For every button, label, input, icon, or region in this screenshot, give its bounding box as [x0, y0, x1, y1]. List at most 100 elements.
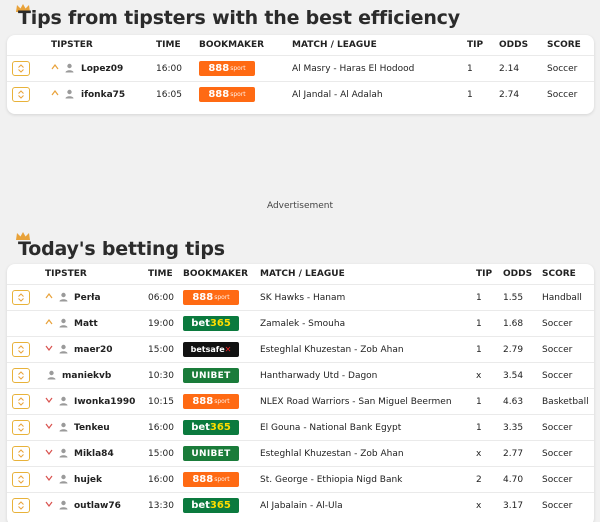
odds-cell: 2.79 [503, 345, 524, 355]
sport-cell: Soccer [542, 449, 573, 459]
col-score: SCORE [547, 40, 581, 50]
chevron-updown-icon [18, 64, 24, 73]
bookmaker-logo[interactable]: bet 365 [183, 420, 239, 435]
sport-cell: Soccer [542, 345, 573, 355]
tipster-name[interactable]: maniekvb [62, 371, 111, 381]
trend-down-icon [45, 422, 53, 430]
odds-cell: 3.17 [503, 501, 524, 511]
col-score: SCORE [542, 269, 576, 279]
user-icon [59, 318, 68, 328]
tipster-name[interactable]: Iwonka1990 [74, 397, 135, 407]
match-cell[interactable]: Zamalek - Smouha [260, 319, 345, 329]
expand-button[interactable] [12, 420, 30, 435]
bookmaker-logo[interactable]: UNIBET [183, 368, 239, 383]
table-row[interactable]: Tenkeu 16:00 bet 365 El Gouna - National Ban… [7, 414, 594, 440]
odds-cell: 1.55 [503, 293, 524, 303]
sport-cell: Soccer [542, 423, 573, 433]
bookmaker-logo[interactable]: 888 sport [199, 87, 255, 102]
match-cell[interactable]: SK Hawks - Hanam [260, 293, 345, 303]
best-efficiency-table: TIPSTER TIME BOOKMAKER MATCH / LEAGUE TI… [7, 35, 594, 114]
bookmaker-logo[interactable]: bet 365 [183, 498, 239, 513]
table-row[interactable]: hujek 16:00 888 sport St. George - Ethiopia … [7, 466, 594, 492]
table-row[interactable]: ifonka75 16:05 888 sport Al Jandal - Al Adal… [7, 81, 594, 107]
time-cell: 19:00 [148, 319, 174, 329]
match-cell[interactable]: NLEX Road Warriors - San Miguel Beermen [260, 397, 452, 407]
col-bookmaker: BOOKMAKER [183, 269, 249, 279]
table-row[interactable]: Iwonka1990 10:15 888 sport NLEX Road Warrior… [7, 388, 594, 414]
expand-button[interactable] [12, 472, 30, 487]
expand-button[interactable] [12, 394, 30, 409]
user-icon [65, 89, 74, 99]
bookmaker-logo[interactable]: 888 sport [183, 472, 239, 487]
expand-button[interactable] [12, 87, 30, 102]
expand-button[interactable] [12, 368, 30, 383]
trend-down-icon [45, 344, 53, 352]
chevron-updown-icon [18, 397, 24, 406]
tipster-name[interactable]: Mikla84 [74, 449, 114, 459]
odds-cell: 4.70 [503, 475, 524, 485]
odds-cell: 4.63 [503, 397, 524, 407]
match-cell[interactable]: Hantharwady Utd - Dagon [260, 371, 377, 381]
sport-cell: Handball [542, 293, 582, 303]
user-icon [65, 63, 74, 73]
time-cell: 16:00 [156, 64, 182, 74]
tip-cell: 1 [467, 90, 473, 100]
col-tipster: TIPSTER [45, 269, 87, 279]
match-cell[interactable]: El Gouna - National Bank Egypt [260, 423, 401, 433]
time-cell: 15:00 [148, 449, 174, 459]
time-cell: 15:00 [148, 345, 174, 355]
sport-cell: Soccer [542, 475, 573, 485]
tip-cell: x [476, 501, 482, 511]
time-cell: 16:00 [148, 475, 174, 485]
advertisement-label: Advertisement [266, 201, 334, 211]
sport-cell: Soccer [542, 501, 573, 511]
tipster-name[interactable]: Tenkeu [74, 423, 110, 433]
odds-cell: 2.77 [503, 449, 524, 459]
expand-button[interactable] [12, 498, 30, 513]
tipster-name[interactable]: Lopez09 [81, 64, 123, 74]
user-icon [59, 292, 68, 302]
expand-button[interactable] [12, 61, 30, 76]
expand-button[interactable] [12, 446, 30, 461]
bookmaker-logo[interactable]: bet 365 [183, 316, 239, 331]
match-cell[interactable]: Esteghlal Khuzestan - Zob Ahan [260, 345, 404, 355]
table-row[interactable]: maer20 15:00 betsafe ✕ Esteghlal Khuzestan -… [7, 336, 594, 362]
trend-down-icon [45, 500, 53, 508]
table-row[interactable]: maniekvb 10:30 UNIBET Hantharwady Utd - Dag… [7, 362, 594, 388]
odds-cell: 3.35 [503, 423, 524, 433]
match-cell[interactable]: Al Jabalain - Al-Ula [260, 501, 343, 511]
bookmaker-logo[interactable]: 888 sport [183, 290, 239, 305]
user-icon [47, 370, 56, 380]
bookmaker-logo[interactable]: UNIBET [183, 446, 239, 461]
match-cell[interactable]: Al Masry - Haras El Hodood [292, 64, 414, 74]
user-icon [59, 500, 68, 510]
match-cell[interactable]: Al Jandal - Al Adalah [292, 90, 383, 100]
trend-down-icon [45, 448, 53, 456]
tip-cell: 1 [476, 345, 482, 355]
table-row[interactable]: Matt 19:00 bet 365 Zamalek - Smouha 1 1.68 Socc… [7, 310, 594, 336]
table-row[interactable]: outlaw76 13:30 bet 365 Al Jabalain - Al-Ula x… [7, 492, 594, 518]
tip-cell: 1 [476, 423, 482, 433]
table-header: TIPSTER TIME BOOKMAKER MATCH / LEAGUE TI… [7, 35, 594, 55]
tipster-name[interactable]: Perła [74, 293, 101, 303]
tipster-name[interactable]: ifonka75 [81, 90, 125, 100]
bookmaker-logo[interactable]: 888 sport [183, 394, 239, 409]
chevron-updown-icon [18, 371, 24, 380]
match-cell[interactable]: Esteghlal Khuzestan - Zob Ahan [260, 449, 404, 459]
table-row[interactable]: Perła 06:00 888 sport SK Hawks - Hanam 1 1.55 H… [7, 284, 594, 310]
bookmaker-logo[interactable]: 888 sport [199, 61, 255, 76]
tipster-name[interactable]: Matt [74, 319, 98, 329]
expand-button[interactable] [12, 342, 30, 357]
chevron-updown-icon [18, 345, 24, 354]
tipster-name[interactable]: maer20 [74, 345, 113, 355]
expand-button[interactable] [12, 290, 30, 305]
col-odds: ODDS [499, 40, 529, 50]
table-row[interactable]: Mikla84 15:00 UNIBET Esteghlal Khuzestan - … [7, 440, 594, 466]
tipster-name[interactable]: hujek [74, 475, 102, 485]
odds-cell: 2.74 [499, 90, 520, 100]
table-row[interactable]: Lopez09 16:00 888 sport Al Masry - Haras El … [7, 55, 594, 81]
tipster-name[interactable]: outlaw76 [74, 501, 121, 511]
match-cell[interactable]: St. George - Ethiopia Nigd Bank [260, 475, 402, 485]
bookmaker-logo[interactable]: betsafe ✕ [183, 342, 239, 357]
col-tip: TIP [476, 269, 493, 279]
